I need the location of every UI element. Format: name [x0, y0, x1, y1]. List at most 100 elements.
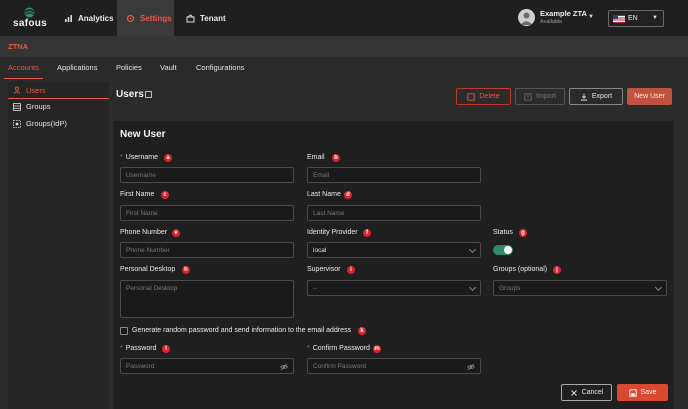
idp-group-icon — [13, 119, 21, 128]
page-title: Users — [116, 89, 144, 100]
nav-tenant-label: Tenant — [200, 13, 226, 23]
logo-mark-icon — [24, 7, 35, 18]
annotation-marker: c — [161, 191, 169, 199]
phone-label: Phone Number — [120, 229, 168, 236]
last-name-label: Last Name — [307, 191, 341, 198]
annotation-marker: a — [164, 154, 172, 162]
eye-off-icon[interactable] — [280, 363, 288, 371]
annotation-marker: d — [344, 191, 352, 199]
first-name-label: First Name — [120, 191, 155, 198]
avatar — [518, 9, 535, 26]
tab-applications[interactable]: Applications — [57, 57, 97, 79]
personal-desktop-label: Personal Desktop — [120, 266, 176, 273]
tab-policies[interactable]: Policies — [116, 57, 142, 79]
last-name-input[interactable]: Last Name — [307, 205, 481, 221]
chevron-down-icon — [654, 283, 663, 292]
groups-select[interactable]: Groups — [493, 280, 667, 296]
help-icon[interactable] — [145, 91, 152, 98]
status-label: Status — [493, 229, 513, 236]
export-label: Export — [591, 93, 613, 100]
annotation-marker: g — [519, 229, 527, 237]
random-password-checkbox[interactable] — [120, 327, 128, 335]
annotation-marker: h — [182, 266, 190, 274]
tab-vault[interactable]: Vault — [160, 57, 177, 79]
tab-configurations[interactable]: Configurations — [196, 57, 244, 79]
nav-analytics-label: Analytics — [78, 13, 114, 23]
supervisor-label: Supervisor — [307, 266, 341, 273]
section-breadcrumb: ZTNA — [0, 36, 688, 57]
close-icon — [570, 389, 577, 396]
confirm-password-label: * Confirm Password — [307, 345, 370, 352]
username-label: * Username — [120, 154, 159, 161]
new-user-form: New User * Username a Username Email b Em… — [114, 121, 674, 409]
save-icon — [628, 388, 637, 397]
username-input[interactable]: Username — [120, 167, 294, 183]
annotation-marker: l — [162, 345, 170, 353]
save-button[interactable]: Save — [617, 384, 668, 401]
logo-text: safous — [12, 18, 48, 29]
supervisor-select[interactable]: -- — [307, 280, 481, 296]
personal-desktop-textarea[interactable]: Personal Desktop — [120, 280, 294, 318]
sidebar-item-groups-idp[interactable]: Groups(IdP) — [8, 115, 109, 132]
groups-label: Groups (optional) — [493, 266, 548, 273]
confirm-password-placeholder: Confirm Password — [313, 362, 367, 370]
annotation-marker: j — [553, 266, 561, 274]
annotation-marker: k — [358, 327, 366, 335]
chevron-down-icon — [468, 245, 477, 254]
download-icon — [580, 93, 587, 100]
caret-down-icon: ▼ — [588, 14, 594, 20]
toggle-knob — [504, 246, 512, 254]
sidebar-item-groups[interactable]: Groups — [8, 98, 109, 115]
user-status: Available — [540, 19, 563, 25]
import-button[interactable]: Import — [515, 88, 565, 105]
tenant-icon — [186, 13, 195, 22]
new-user-label: New User — [634, 93, 665, 100]
delete-button[interactable]: Delete — [456, 88, 511, 105]
import-icon — [524, 92, 532, 101]
safous-logo[interactable]: safous — [9, 7, 51, 31]
chevron-down-icon — [468, 283, 477, 292]
password-label: * Password — [120, 345, 157, 352]
import-label: Import — [536, 93, 556, 100]
export-button[interactable]: Export — [569, 88, 623, 105]
trash-icon — [467, 92, 476, 101]
breadcrumb-label: ZTNA — [8, 42, 28, 51]
identity-provider-value: local — [313, 246, 327, 254]
tab-bar: Accounts Applications Policies Vault Con… — [0, 57, 688, 79]
groups-placeholder: Groups — [499, 284, 521, 292]
cancel-button[interactable]: Cancel — [561, 384, 612, 401]
supervisor-value: -- — [313, 284, 318, 292]
sidebar: Users Groups Groups(IdP) — [8, 82, 109, 409]
annotation-marker: e — [172, 229, 180, 237]
annotation-marker: b — [332, 154, 340, 162]
nav-settings[interactable]: Settings — [117, 0, 174, 36]
sidebar-item-label: Groups — [26, 102, 51, 111]
language-select[interactable]: EN ▼ — [608, 10, 664, 27]
annotation-marker: m — [373, 345, 381, 353]
annotation-marker: f — [363, 229, 371, 237]
gear-icon — [126, 14, 135, 22]
user-name: Example ZTA — [540, 9, 587, 18]
new-user-button[interactable]: New User — [627, 88, 672, 105]
confirm-password-input[interactable]: Confirm Password — [307, 358, 481, 374]
idp-label: Identity Provider — [307, 229, 358, 236]
phone-input[interactable]: Phone Number — [120, 242, 294, 258]
nav-tenant[interactable]: Tenant — [180, 0, 230, 36]
sidebar-item-label: Users — [26, 85, 46, 95]
password-placeholder: Password — [126, 362, 155, 370]
email-input[interactable]: Email — [307, 167, 481, 183]
password-input[interactable]: Password — [120, 358, 294, 374]
list-icon — [13, 102, 21, 111]
first-name-input[interactable]: First Name — [120, 205, 294, 221]
eye-off-icon[interactable] — [467, 363, 475, 371]
sidebar-item-users[interactable]: Users — [8, 82, 109, 99]
tab-accounts[interactable]: Accounts — [4, 57, 43, 79]
status-toggle[interactable] — [493, 245, 513, 255]
cancel-label: Cancel — [581, 389, 604, 396]
top-bar: safous Analytics Settings Tenant Example… — [0, 0, 688, 36]
identity-provider-select[interactable]: local — [307, 242, 481, 258]
save-label: Save — [640, 389, 657, 396]
us-flag-icon — [613, 14, 625, 23]
nav-analytics[interactable]: Analytics — [58, 0, 114, 36]
delete-label: Delete — [479, 93, 500, 100]
